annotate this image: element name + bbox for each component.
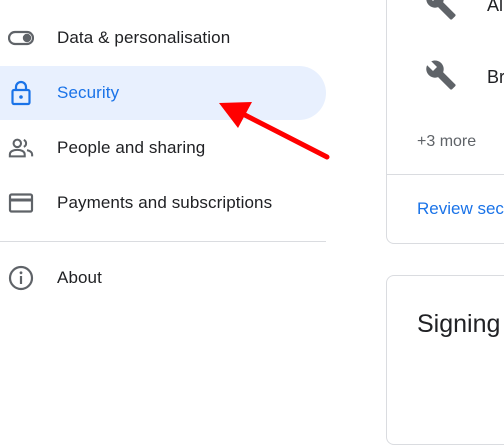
info-icon [8, 265, 34, 291]
sidebar-item-about[interactable]: About [0, 251, 326, 305]
credit-card-icon [8, 191, 34, 215]
review-security-link[interactable]: Review sec [417, 199, 504, 219]
card-divider [387, 174, 504, 175]
wrench-icon [425, 59, 457, 91]
more-apps-count: +3 more [417, 133, 477, 150]
card-title: Signing [417, 310, 501, 338]
app-name: Br [487, 67, 504, 87]
sidebar-item-label: Security [57, 83, 120, 102]
lock-icon [8, 80, 34, 106]
wrench-icon [425, 0, 457, 21]
toggle-icon [8, 26, 34, 50]
sidebar-item-security[interactable]: Security [0, 66, 326, 120]
third-party-apps-card: Al Br +3 more Review sec [386, 0, 504, 244]
people-icon [8, 136, 34, 160]
sidebar-item-label: Payments and subscriptions [57, 193, 273, 212]
sidebar-item-label: People and sharing [57, 138, 206, 157]
sidebar-item-label: About [57, 268, 102, 287]
sidebar-item-people-sharing[interactable]: People and sharing [0, 121, 326, 175]
signing-in-card: Signing [386, 275, 504, 445]
sidebar-item-data-personalisation[interactable]: Data & personalisation [0, 11, 326, 65]
app-name: Al [487, 0, 504, 15]
sidebar-item-payments-subscriptions[interactable]: Payments and subscriptions [0, 176, 326, 230]
sidebar-divider [0, 241, 326, 242]
sidebar-nav: Data & personalisation Security People a… [0, 0, 326, 425]
sidebar-item-label: Data & personalisation [57, 28, 231, 47]
